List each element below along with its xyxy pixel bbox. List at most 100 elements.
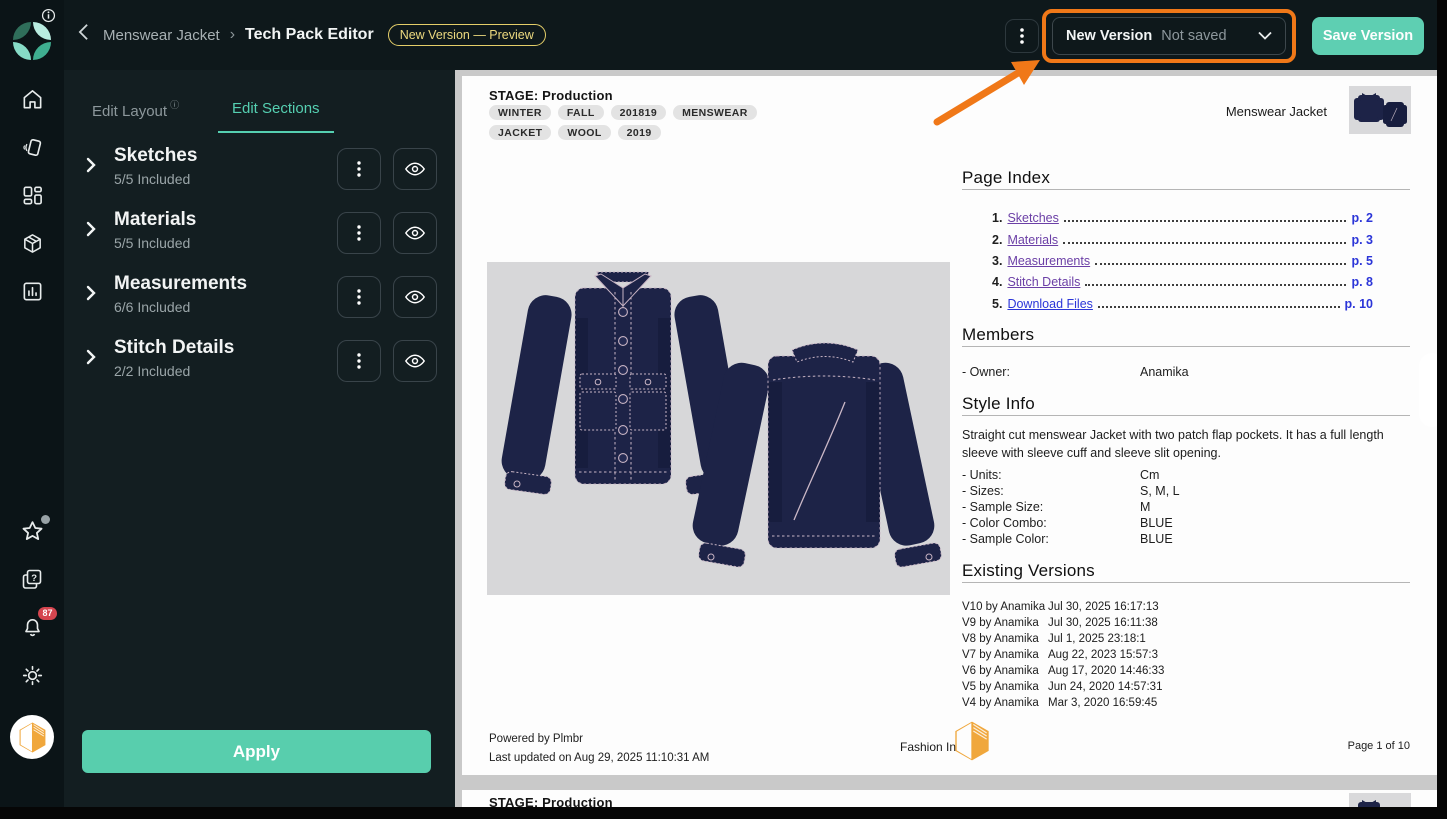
version-name: V8 by Anamika <box>962 633 1048 645</box>
section-visibility-button[interactable] <box>393 148 437 190</box>
version-row: V10 by AnamikaJul 30, 2025 16:17:13 <box>962 601 1402 613</box>
version-name: V10 by Anamika <box>962 601 1048 613</box>
version-date: Jun 24, 2020 14:57:31 <box>1048 681 1162 693</box>
chevron-down-icon <box>1258 27 1272 45</box>
rail-info-icon[interactable] <box>0 8 64 23</box>
tab-edit-sections[interactable]: Edit Sections <box>218 100 334 133</box>
section-row-stitch-details[interactable]: Stitch Details 2/2 Included <box>64 333 455 391</box>
analytics-icon[interactable] <box>0 280 64 303</box>
section-subtitle: 5/5 Included <box>114 171 190 187</box>
section-visibility-button[interactable] <box>393 340 437 382</box>
fashion-inc-logo-icon <box>19 722 46 753</box>
chevron-right-icon[interactable] <box>86 349 96 370</box>
style-value: Cm <box>1140 468 1159 482</box>
help-icon[interactable]: ? <box>0 567 64 591</box>
window-right-edge <box>1437 0 1447 819</box>
section-subtitle: 6/6 Included <box>114 299 190 315</box>
kebab-icon <box>357 289 361 305</box>
index-page-number[interactable]: p. 10 <box>1345 297 1374 311</box>
index-page-number[interactable]: p. 5 <box>1351 254 1373 268</box>
version-row: V9 by AnamikaJul 30, 2025 16:11:38 <box>962 617 1402 629</box>
version-name: V6 by Anamika <box>962 665 1048 677</box>
tag-pill: WOOL <box>558 125 610 140</box>
index-row: 5. Download Files p. 10 <box>992 297 1373 311</box>
index-number: 2. <box>992 233 1002 247</box>
index-link-stitch-details[interactable]: Stitch Details <box>1007 275 1080 289</box>
breadcrumb: Menswear Jacket › Tech Pack Editor New V… <box>78 0 546 70</box>
index-number: 1. <box>992 211 1002 225</box>
version-date: Aug 17, 2020 14:46:33 <box>1048 665 1164 677</box>
user-avatar[interactable] <box>0 715 64 759</box>
style-value: BLUE <box>1140 532 1173 546</box>
index-link-materials[interactable]: Materials <box>1007 233 1058 247</box>
swatches-icon[interactable] <box>0 136 64 159</box>
section-menu-button[interactable] <box>337 148 381 190</box>
section-menu-button[interactable] <box>337 340 381 382</box>
breadcrumb-separator: › <box>230 26 235 44</box>
version-row: V5 by AnamikaJun 24, 2020 14:57:31 <box>962 681 1402 693</box>
tag-pill: JACKET <box>489 125 551 140</box>
chevron-right-icon[interactable] <box>86 221 96 242</box>
style-value: BLUE <box>1140 516 1173 530</box>
dashboard-icon[interactable] <box>0 184 64 207</box>
info-icon: ⓘ <box>170 100 179 110</box>
divider <box>962 415 1410 416</box>
version-name: V5 by Anamika <box>962 681 1048 693</box>
index-number: 5. <box>992 297 1002 311</box>
divider <box>962 582 1410 583</box>
section-menu-button[interactable] <box>337 276 381 318</box>
section-visibility-button[interactable] <box>393 276 437 318</box>
tag-pill: MENSWEAR <box>673 105 757 120</box>
section-row-sketches[interactable]: Sketches 5/5 Included <box>64 141 455 199</box>
index-page-number[interactable]: p. 3 <box>1351 233 1373 247</box>
section-row-measurements[interactable]: Measurements 6/6 Included <box>64 269 455 327</box>
index-link-sketches[interactable]: Sketches <box>1007 211 1058 225</box>
index-link-download-files[interactable]: Download Files <box>1007 297 1092 311</box>
section-visibility-button[interactable] <box>393 212 437 254</box>
kebab-icon <box>357 353 361 369</box>
header-kebab-menu-button[interactable] <box>1005 19 1039 53</box>
eye-icon <box>404 161 426 177</box>
sketch-image <box>487 262 950 595</box>
tab-edit-layout[interactable]: Edit Layoutⓘ <box>92 100 179 120</box>
eye-icon <box>404 225 426 241</box>
page-title: Tech Pack Editor <box>245 26 374 44</box>
version-row: V4 by AnamikaMar 3, 2020 16:59:45 <box>962 697 1402 709</box>
section-menu-button[interactable] <box>337 212 381 254</box>
techpack-page-2: STAGE: Production <box>462 790 1437 807</box>
package-icon[interactable] <box>0 232 64 255</box>
chevron-right-icon[interactable] <box>86 157 96 178</box>
version-name: V9 by Anamika <box>962 617 1048 629</box>
powered-by: Powered by Plmbr <box>489 733 583 745</box>
chevron-right-icon[interactable] <box>86 285 96 306</box>
owner-key: - Owner: <box>962 365 1010 379</box>
index-link-measurements[interactable]: Measurements <box>1007 254 1090 268</box>
members-title: Members <box>962 325 1034 345</box>
kebab-icon <box>1020 28 1024 44</box>
notifications-icon[interactable]: 87 <box>0 616 64 639</box>
favorites-icon[interactable] <box>0 519 64 544</box>
leader-dots <box>1085 276 1346 286</box>
version-dropdown[interactable]: New Version Not saved <box>1052 17 1286 55</box>
home-icon[interactable] <box>0 88 64 111</box>
version-row: V6 by AnamikaAug 17, 2020 14:46:33 <box>962 665 1402 677</box>
settings-gear-icon[interactable] <box>0 664 64 687</box>
style-key: - Sample Size: <box>962 500 1043 514</box>
style-key: - Color Combo: <box>962 516 1047 530</box>
app-logo[interactable] <box>0 22 64 60</box>
section-row-materials[interactable]: Materials 5/5 Included <box>64 205 455 263</box>
index-page-number[interactable]: p. 2 <box>1351 211 1373 225</box>
back-chevron-icon[interactable] <box>78 23 89 47</box>
style-value: S, M, L <box>1140 484 1180 498</box>
preview-status-badge: New Version — Preview <box>388 24 546 46</box>
index-page-number[interactable]: p. 8 <box>1351 275 1373 289</box>
version-date: Mar 3, 2020 16:59:45 <box>1048 697 1157 709</box>
tag-pill: FALL <box>558 105 604 120</box>
eye-icon <box>404 353 426 369</box>
kebab-icon <box>357 161 361 177</box>
jacket-sketch <box>487 262 950 595</box>
save-version-button[interactable]: Save Version <box>1312 17 1424 55</box>
apply-button[interactable]: Apply <box>82 730 431 773</box>
product-thumbnail <box>1349 86 1411 134</box>
breadcrumb-parent[interactable]: Menswear Jacket <box>103 27 220 44</box>
